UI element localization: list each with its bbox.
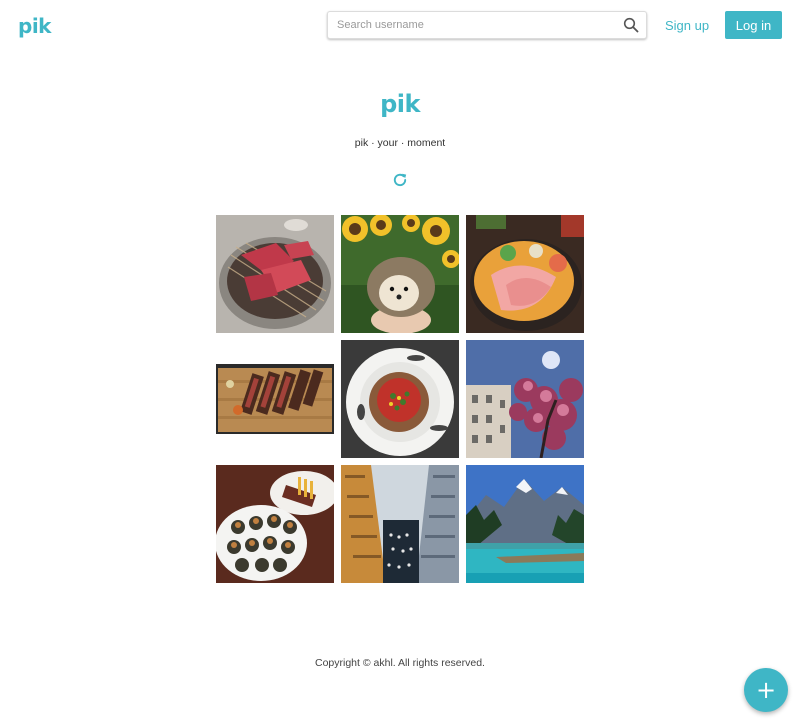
photo-hedgehog-sunflowers[interactable] <box>341 215 459 333</box>
photo-mountain-lake[interactable] <box>466 465 584 583</box>
photo-grilled-meat[interactable] <box>216 215 334 333</box>
add-post-button[interactable]: + <box>744 668 788 712</box>
hero-title: pik <box>380 90 420 118</box>
search-input[interactable] <box>328 12 618 38</box>
photo-grid <box>216 215 584 583</box>
search-icon[interactable] <box>623 17 639 33</box>
logo[interactable]: pik <box>18 14 51 38</box>
search-box <box>327 11 647 39</box>
top-navbar: pik Sign up Log in <box>0 0 800 54</box>
refresh-icon[interactable] <box>391 171 409 189</box>
photo-pasta-plate[interactable] <box>341 340 459 458</box>
photo-atrium-interior[interactable] <box>341 465 459 583</box>
plus-icon: + <box>755 676 777 704</box>
footer-copyright: Copyright © akhl. All rights reserved. <box>315 657 485 669</box>
tagline: pik · your · moment <box>354 137 446 149</box>
photo-cherry-blossom-building[interactable] <box>466 340 584 458</box>
login-button[interactable]: Log in <box>725 11 782 39</box>
photo-sashimi-bowl[interactable] <box>466 215 584 333</box>
photo-escargot-plates[interactable] <box>216 465 334 583</box>
signup-link[interactable]: Sign up <box>665 18 709 33</box>
photo-sliced-steak[interactable] <box>216 340 334 458</box>
